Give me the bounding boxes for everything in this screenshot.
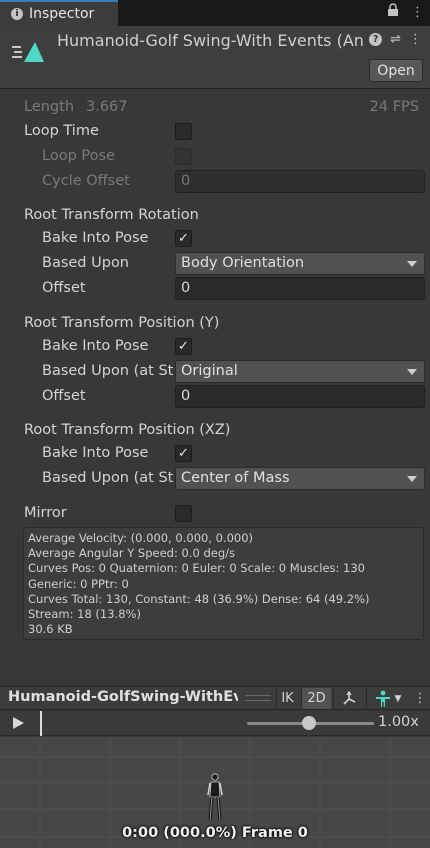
info-line: 30.6 KB bbox=[28, 622, 73, 637]
position-xz-based-label: Based Upon (at St bbox=[42, 470, 173, 486]
position-y-based-label: Based Upon (at St bbox=[42, 363, 173, 379]
position-y-bake-row: Bake Into Pose ✓ bbox=[0, 335, 430, 357]
position-xz-bake-checkbox[interactable]: ✓ bbox=[175, 444, 192, 462]
preview-toolbar: Humanoid-GolfSwing-WithEve IK 2D ▼ ⋮ bbox=[0, 686, 430, 710]
play-icon[interactable] bbox=[13, 717, 24, 729]
animation-clip-icon bbox=[12, 42, 44, 62]
cycle-offset-field: 0 bbox=[175, 169, 425, 193]
tab-inspector[interactable]: i Inspector bbox=[0, 0, 118, 26]
window-tools: ⋮ bbox=[387, 3, 424, 21]
position-y-based-row: Based Upon (at St Original bbox=[0, 359, 430, 383]
checkmark-icon: ✓ bbox=[178, 230, 189, 246]
info-line: Curves Total: 130, Constant: 48 (36.9%) … bbox=[28, 591, 370, 606]
2d-toggle[interactable]: 2D bbox=[301, 688, 331, 709]
kebab-menu-icon[interactable]: ⋮ bbox=[410, 688, 430, 709]
dropdown-arrow-icon bbox=[407, 260, 417, 267]
position-y-based-dropdown[interactable]: Original bbox=[175, 359, 425, 383]
info-line: Average Velocity: (0.000, 0.000, 0.000) bbox=[28, 531, 254, 545]
pivot-icon[interactable] bbox=[333, 688, 363, 709]
info-line: Stream: 18 (13.8%) bbox=[28, 607, 141, 622]
position-xz-bake-row: Bake Into Pose ✓ bbox=[0, 442, 430, 464]
info-icon: i bbox=[11, 8, 23, 20]
rotation-based-row: Based Upon Body Orientation bbox=[0, 251, 430, 275]
dropdown-arrow-icon bbox=[407, 475, 417, 482]
tab-label: Inspector bbox=[29, 6, 95, 22]
inspector-header: Humanoid-Golf Swing-With Events (An ? ⇌ … bbox=[0, 26, 430, 89]
header-buttons: ? ⇌ ⋮ bbox=[369, 32, 422, 47]
rotation-heading-row: Root Transform Rotation bbox=[0, 204, 430, 226]
rotation-offset-row: Offset 0 bbox=[0, 276, 430, 300]
loop-time-row: Loop Time bbox=[0, 120, 430, 142]
chevron-down-icon: ▼ bbox=[394, 693, 402, 704]
info-line: Generic: 0 PPtr: 0 bbox=[28, 576, 129, 591]
loop-pose-label: Loop Pose bbox=[42, 148, 115, 164]
mirror-checkbox[interactable] bbox=[175, 504, 192, 522]
fps-value: 24 FPS bbox=[369, 99, 419, 115]
checkmark-icon: ✓ bbox=[178, 445, 189, 461]
position-y-based-value: Original bbox=[181, 363, 238, 379]
asset-title: Humanoid-Golf Swing-With Events (An bbox=[57, 31, 364, 50]
rotation-bake-label: Bake Into Pose bbox=[42, 230, 149, 246]
position-xz-heading: Root Transform Position (XZ) bbox=[24, 422, 231, 438]
loop-pose-checkbox bbox=[175, 147, 192, 165]
kebab-menu-icon[interactable]: ⋮ bbox=[411, 5, 424, 20]
rotation-offset-label: Offset bbox=[42, 280, 86, 296]
checkmark-icon: ✓ bbox=[178, 338, 189, 354]
open-button[interactable]: Open bbox=[369, 59, 423, 82]
preview-title: Humanoid-GolfSwing-WithEve bbox=[8, 689, 238, 705]
info-line: Average Angular Y Speed: 0.0 deg/s bbox=[28, 546, 235, 561]
length-value: 3.667 bbox=[86, 99, 128, 115]
loop-time-checkbox[interactable] bbox=[175, 122, 192, 140]
rotation-bake-row: Bake Into Pose ✓ bbox=[0, 227, 430, 249]
preview-viewport[interactable]: 0:00 (000.0%) Frame 0 bbox=[0, 737, 430, 848]
timeline-scrubber[interactable] bbox=[40, 711, 42, 736]
clip-summary-row: Length 3.667 24 FPS bbox=[0, 96, 430, 118]
dropdown-arrow-icon bbox=[407, 368, 417, 375]
position-xz-based-value: Center of Mass bbox=[181, 470, 290, 486]
presets-icon[interactable]: ⇌ bbox=[390, 32, 401, 47]
lock-icon[interactable] bbox=[387, 3, 399, 21]
mirror-label: Mirror bbox=[24, 505, 67, 521]
rotation-based-value: Body Orientation bbox=[181, 255, 305, 271]
position-y-offset-row: Offset 0 bbox=[0, 384, 430, 408]
rotation-offset-field[interactable]: 0 bbox=[175, 276, 425, 300]
drag-handle-icon[interactable] bbox=[245, 695, 271, 701]
position-y-heading-row: Root Transform Position (Y) bbox=[0, 312, 430, 334]
position-y-bake-checkbox[interactable]: ✓ bbox=[175, 337, 192, 355]
position-xz-heading-row: Root Transform Position (XZ) bbox=[0, 419, 430, 441]
speed-value: 1.00x bbox=[378, 714, 419, 730]
tab-bar: i Inspector ⋮ bbox=[0, 0, 430, 26]
position-xz-based-row: Based Upon (at St Center of Mass bbox=[0, 466, 430, 490]
position-y-offset-label: Offset bbox=[42, 388, 86, 404]
avatar-selector[interactable]: ▼ bbox=[366, 688, 408, 709]
speed-slider-thumb[interactable] bbox=[302, 716, 316, 730]
mirror-row: Mirror bbox=[0, 502, 430, 524]
cycle-offset-row: Cycle Offset 0 bbox=[0, 169, 430, 193]
avatar-icon bbox=[375, 690, 390, 707]
rotation-based-dropdown[interactable]: Body Orientation bbox=[175, 251, 425, 275]
loop-time-label: Loop Time bbox=[24, 123, 99, 139]
rotation-bake-checkbox[interactable]: ✓ bbox=[175, 229, 192, 247]
frame-label: 0:00 (000.0%) Frame 0 bbox=[122, 825, 308, 841]
help-icon[interactable]: ? bbox=[369, 33, 383, 46]
cycle-offset-label: Cycle Offset bbox=[42, 173, 130, 189]
playback-bar: 1.00x bbox=[0, 711, 430, 736]
length-label: Length bbox=[24, 99, 75, 115]
clip-info-box: Average Velocity: (0.000, 0.000, 0.000) … bbox=[23, 527, 424, 640]
position-xz-bake-label: Bake Into Pose bbox=[42, 445, 149, 461]
rotation-heading: Root Transform Rotation bbox=[24, 207, 199, 223]
rotation-based-label: Based Upon bbox=[42, 255, 129, 271]
kebab-menu-icon[interactable]: ⋮ bbox=[409, 32, 422, 47]
ik-toggle[interactable]: IK bbox=[276, 688, 298, 709]
position-y-bake-label: Bake Into Pose bbox=[42, 338, 149, 354]
position-y-heading: Root Transform Position (Y) bbox=[24, 315, 220, 331]
position-xz-based-dropdown[interactable]: Center of Mass bbox=[175, 466, 425, 490]
loop-pose-row: Loop Pose bbox=[0, 145, 430, 167]
position-y-offset-field[interactable]: 0 bbox=[175, 384, 425, 408]
info-line: Curves Pos: 0 Quaternion: 0 Euler: 0 Sca… bbox=[28, 561, 365, 576]
humanoid-figure-icon bbox=[207, 773, 223, 821]
